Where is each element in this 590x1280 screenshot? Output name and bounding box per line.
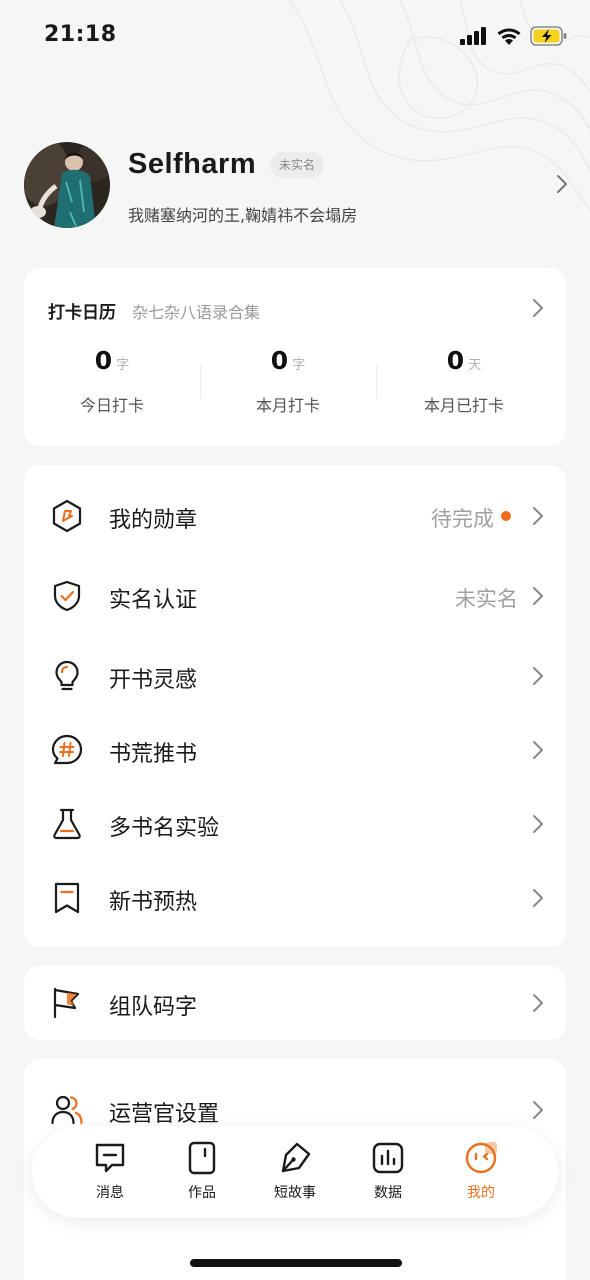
profile-header[interactable]: Selfharm 未实名 我赌塞纳河的王,鞠婧祎不会塌房 (24, 140, 570, 230)
flag-icon (53, 987, 80, 1019)
menu-item-status: 待完成 (431, 507, 494, 531)
stat-month-days: 0天 本月已打卡 (376, 346, 552, 416)
chevron-right-icon (533, 587, 543, 605)
shield-check-icon (53, 580, 81, 612)
stat-value: 0 (94, 346, 113, 375)
verification-badge: 未实名 (270, 152, 325, 178)
lightbulb-icon (55, 660, 79, 691)
menu-item-real-name[interactable]: 实名认证 未实名 (24, 559, 566, 633)
wifi-icon (497, 27, 521, 45)
hashtag-bubble-icon (51, 734, 83, 765)
chart-icon (372, 1142, 404, 1174)
checkin-book-title: 杂七杂八语录合集 (132, 303, 261, 322)
flask-icon (53, 808, 81, 840)
tab-label: 短故事 (274, 1185, 316, 1201)
bottom-tab-bar: 消息 作品 短故事 数据 我的 (32, 1126, 558, 1218)
menu-item-medals[interactable]: 我的勋章 待完成 (24, 479, 566, 553)
chevron-right-icon[interactable] (556, 174, 568, 194)
stat-value: 0 (270, 346, 289, 375)
stat-unit: 字 (116, 358, 130, 373)
stat-today: 0字 今日打卡 (24, 346, 200, 416)
menu-item-label: 实名认证 (109, 588, 198, 613)
profile-signature: 我赌塞纳河的王,鞠婧祎不会塌房 (128, 206, 358, 225)
profile-page: 21:18 Selfharm 未实名 我赌塞纳河的王,鞠婧祎不会塌房 打卡日历 … (0, 0, 590, 1280)
notification-dot (501, 511, 511, 521)
menu-item-team-writing[interactable]: 组队码字 (24, 966, 566, 1040)
menu-item-label: 组队码字 (109, 995, 198, 1020)
menu-item-label: 我的勋章 (109, 508, 198, 533)
menu-card: 我的勋章 待完成 实名认证 未实名 开书灵感 书荒推书 多书名实验 新书预热 (24, 465, 566, 947)
stat-value: 0 (446, 346, 465, 375)
tab-data[interactable]: 数据 (350, 1140, 426, 1210)
tab-mine[interactable]: 我的 (443, 1140, 519, 1210)
tab-works[interactable]: 作品 (164, 1140, 240, 1210)
chevron-right-icon (533, 667, 543, 685)
tab-label: 消息 (96, 1185, 124, 1201)
bookmark-icon (54, 882, 80, 914)
stat-month: 0字 本月打卡 (200, 346, 376, 416)
menu-item-label: 开书灵感 (109, 668, 198, 693)
chevron-right-icon (533, 994, 543, 1012)
checkin-calendar-card[interactable]: 打卡日历 杂七杂八语录合集 0字 今日打卡 0字 本月打卡 0天 本月已打卡 (24, 268, 566, 446)
menu-item-label: 新书预热 (109, 890, 198, 915)
stat-unit: 字 (292, 358, 306, 373)
chevron-right-icon (533, 815, 543, 833)
tab-label: 数据 (374, 1185, 402, 1201)
cellular-signal-icon (460, 27, 486, 45)
tab-label: 我的 (467, 1185, 495, 1201)
status-time: 21:18 (44, 22, 117, 47)
badge-hexagon-icon (52, 499, 82, 533)
menu-item-title-experiment[interactable]: 多书名实验 (24, 787, 566, 861)
avatar[interactable] (24, 142, 110, 228)
stat-label: 本月打卡 (255, 396, 320, 415)
chevron-right-icon (533, 741, 543, 759)
status-bar: 21:18 (0, 0, 590, 72)
stat-unit: 天 (468, 358, 482, 373)
menu-item-new-book-warmup[interactable]: 新书预热 (24, 861, 566, 935)
chevron-right-icon[interactable] (532, 298, 544, 318)
tab-short-stories[interactable]: 短故事 (257, 1140, 333, 1210)
menu-item-label: 书荒推书 (109, 742, 198, 767)
menu-item-book-recommend[interactable]: 书荒推书 (24, 713, 566, 787)
pen-icon (281, 1142, 311, 1173)
face-icon (465, 1142, 497, 1174)
menu-item-label: 多书名实验 (109, 816, 220, 841)
home-indicator[interactable] (190, 1259, 402, 1267)
stat-label: 今日打卡 (79, 396, 144, 415)
status-icons (460, 26, 568, 46)
tab-label: 作品 (188, 1185, 216, 1201)
username: Selfharm (128, 148, 257, 180)
team-writing-card: 组队码字 (24, 966, 566, 1040)
menu-item-inspiration[interactable]: 开书灵感 (24, 639, 566, 713)
stat-label: 本月已打卡 (423, 396, 504, 415)
tab-messages[interactable]: 消息 (72, 1140, 148, 1210)
battery-charging-icon (530, 26, 567, 46)
message-icon (95, 1143, 125, 1173)
users-icon (51, 1095, 83, 1125)
checkin-title: 打卡日历 (48, 303, 116, 323)
chevron-right-icon (533, 1101, 543, 1119)
chevron-right-icon (533, 889, 543, 907)
menu-item-status: 未实名 (455, 587, 518, 611)
menu-item-label: 运营官设置 (109, 1102, 220, 1127)
chevron-right-icon (533, 507, 543, 525)
works-icon (188, 1141, 216, 1175)
avatar-image (24, 142, 110, 228)
